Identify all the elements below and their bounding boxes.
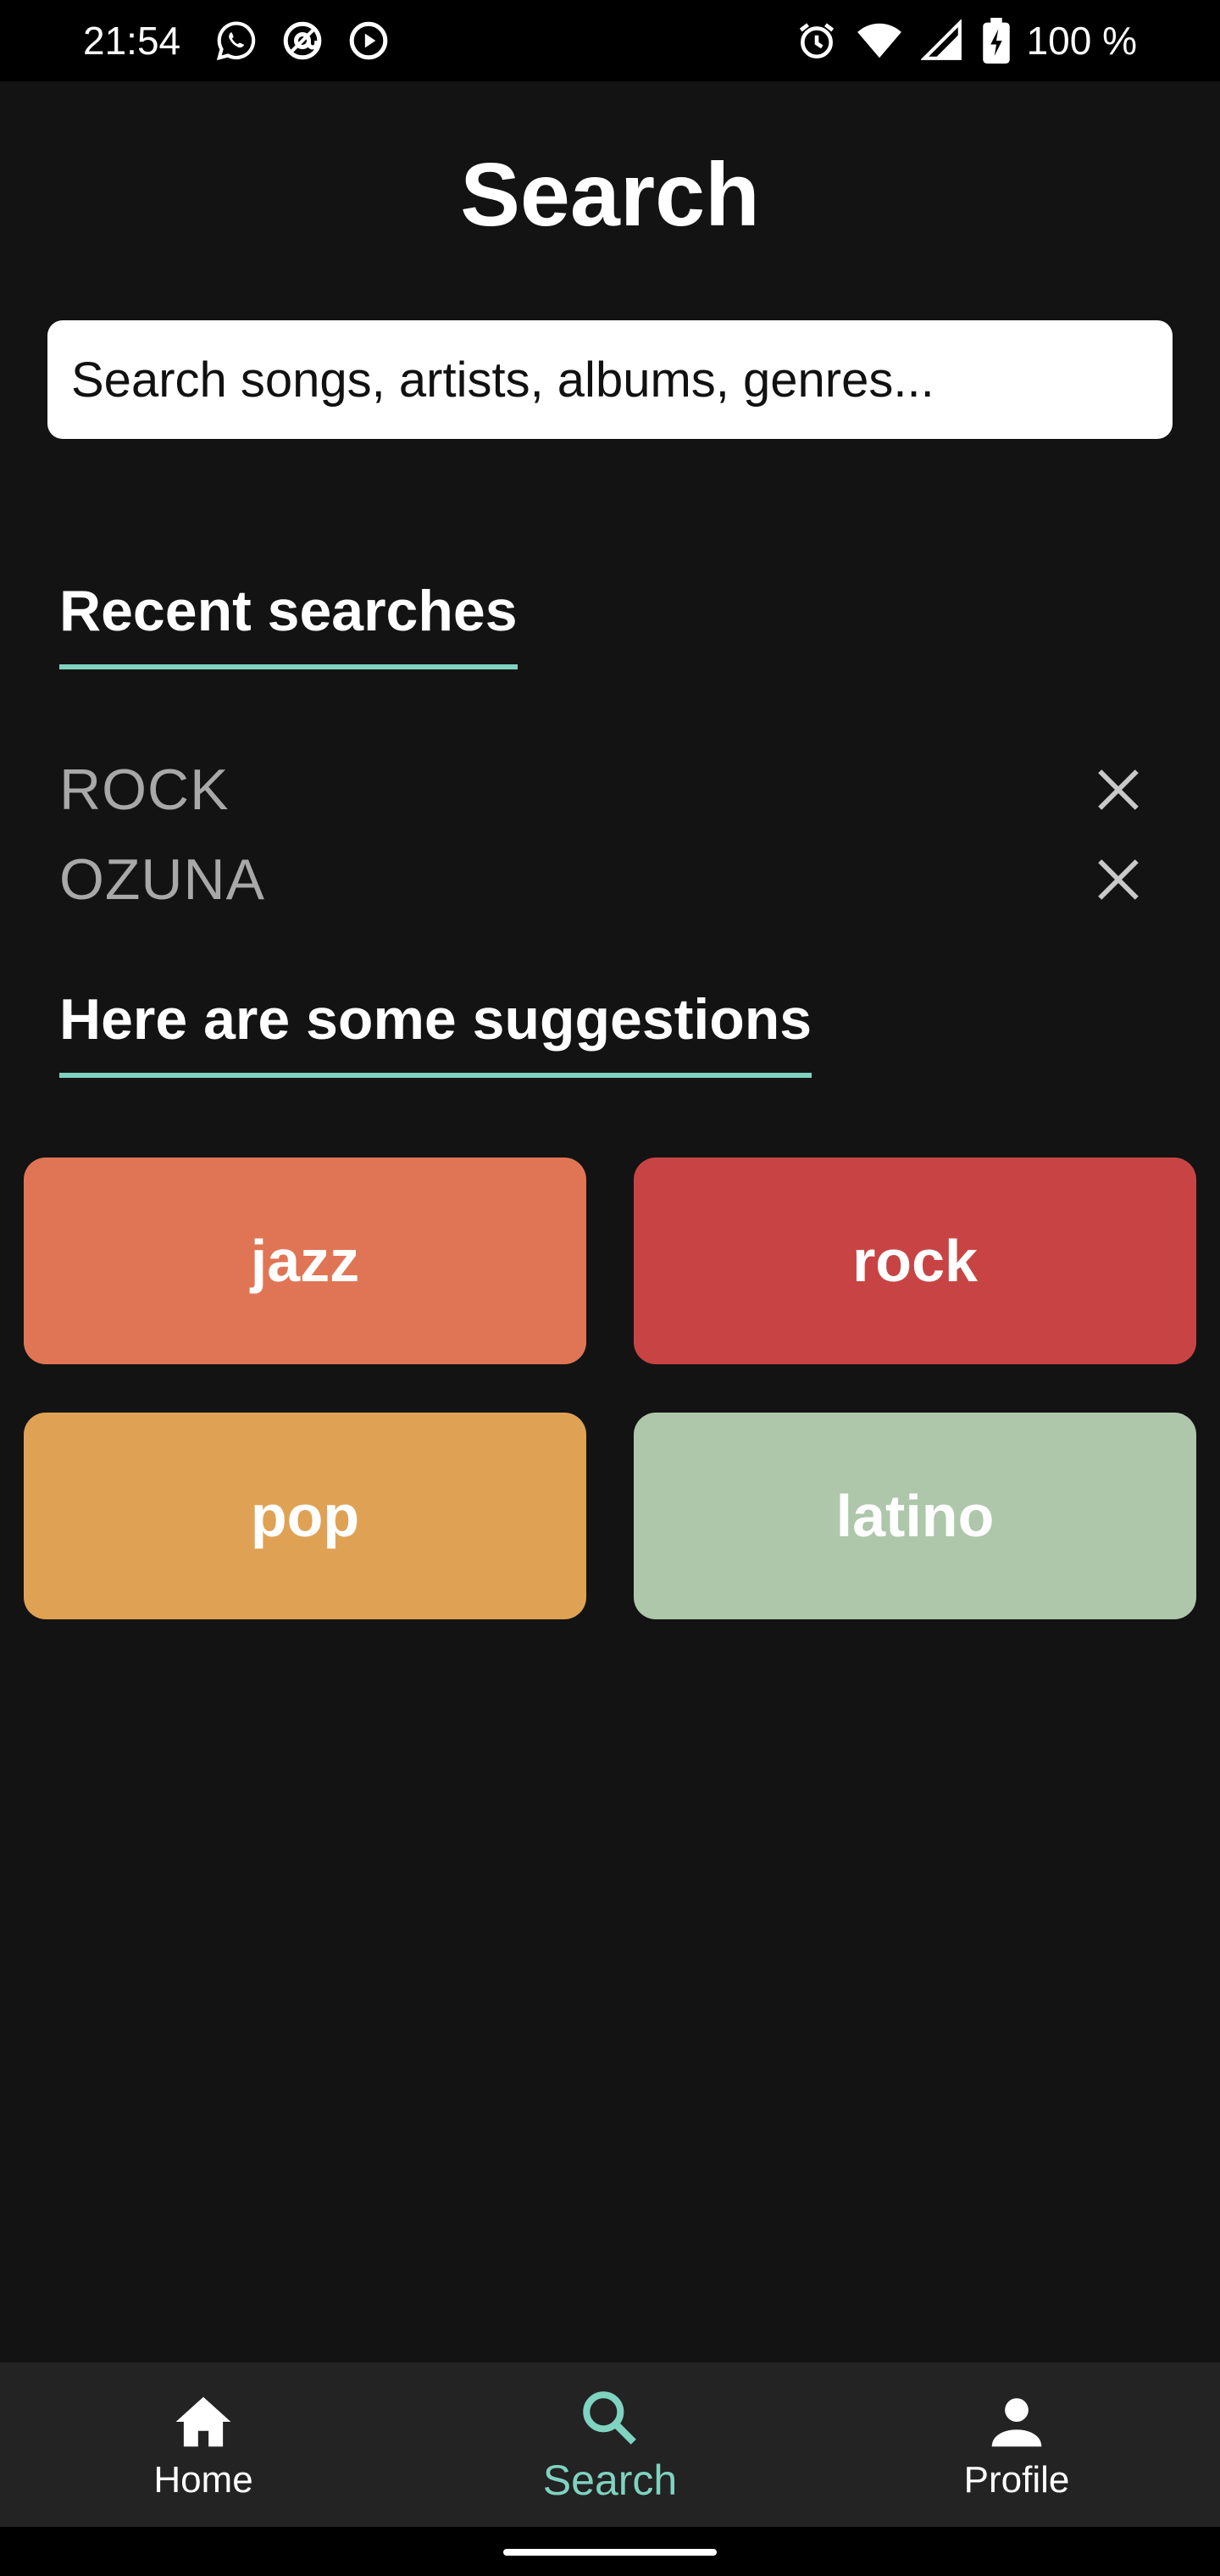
status-bar: 21:54 100 % bbox=[0, 0, 1220, 81]
genre-card-rock[interactable]: rock bbox=[634, 1158, 1196, 1364]
person-icon bbox=[983, 2388, 1051, 2456]
status-left: 21:54 bbox=[83, 17, 411, 64]
nav-item-home[interactable]: Home bbox=[0, 2362, 407, 2527]
play-circle-icon bbox=[345, 17, 392, 64]
suggestions-heading: Here are some suggestions bbox=[59, 981, 812, 1078]
genre-label: pop bbox=[250, 1483, 360, 1549]
status-right: 100 % bbox=[793, 17, 1137, 64]
recent-search-label: OZUNA bbox=[59, 847, 265, 912]
recent-searches-heading: Recent searches bbox=[59, 573, 518, 669]
cell-signal-icon bbox=[918, 17, 966, 64]
nav-item-profile[interactable]: Profile bbox=[813, 2362, 1220, 2527]
nav-item-search[interactable]: Search bbox=[407, 2362, 813, 2527]
genre-card-pop[interactable]: pop bbox=[24, 1413, 586, 1619]
nav-label-home: Home bbox=[153, 2459, 253, 2501]
alarm-icon bbox=[793, 17, 840, 64]
search-screen: 21:54 100 % Search Search songs, artists… bbox=[0, 0, 1220, 2576]
recent-search-item[interactable]: ROCK bbox=[59, 747, 1161, 832]
battery-percent: 100 % bbox=[1026, 19, 1137, 63]
nav-label-profile: Profile bbox=[963, 2459, 1070, 2501]
gesture-handle[interactable] bbox=[503, 2549, 717, 2556]
close-icon[interactable] bbox=[1076, 837, 1161, 922]
search-input[interactable] bbox=[47, 320, 1173, 439]
wifi-icon bbox=[856, 17, 903, 64]
nav-label-search: Search bbox=[542, 2457, 678, 2504]
genre-label: jazz bbox=[250, 1228, 360, 1294]
genre-card-latino[interactable]: latino bbox=[634, 1413, 1196, 1619]
system-gesture-area bbox=[0, 2527, 1220, 2576]
home-icon bbox=[169, 2388, 237, 2456]
genre-label: latino bbox=[835, 1483, 995, 1549]
recent-search-label: ROCK bbox=[59, 758, 230, 822]
battery-charging-icon bbox=[981, 17, 1012, 64]
close-icon[interactable] bbox=[1076, 747, 1161, 832]
whatsapp-icon bbox=[213, 17, 260, 64]
search-icon bbox=[576, 2384, 644, 2452]
page-title: Search bbox=[460, 145, 760, 245]
recent-search-item[interactable]: OZUNA bbox=[59, 837, 1161, 922]
genre-label: rock bbox=[852, 1228, 978, 1294]
bottom-nav: Home Search Profile bbox=[0, 2362, 1220, 2527]
status-time: 21:54 bbox=[83, 19, 181, 63]
genre-card-jazz[interactable]: jazz bbox=[24, 1158, 586, 1364]
at-sign-icon bbox=[279, 17, 326, 64]
